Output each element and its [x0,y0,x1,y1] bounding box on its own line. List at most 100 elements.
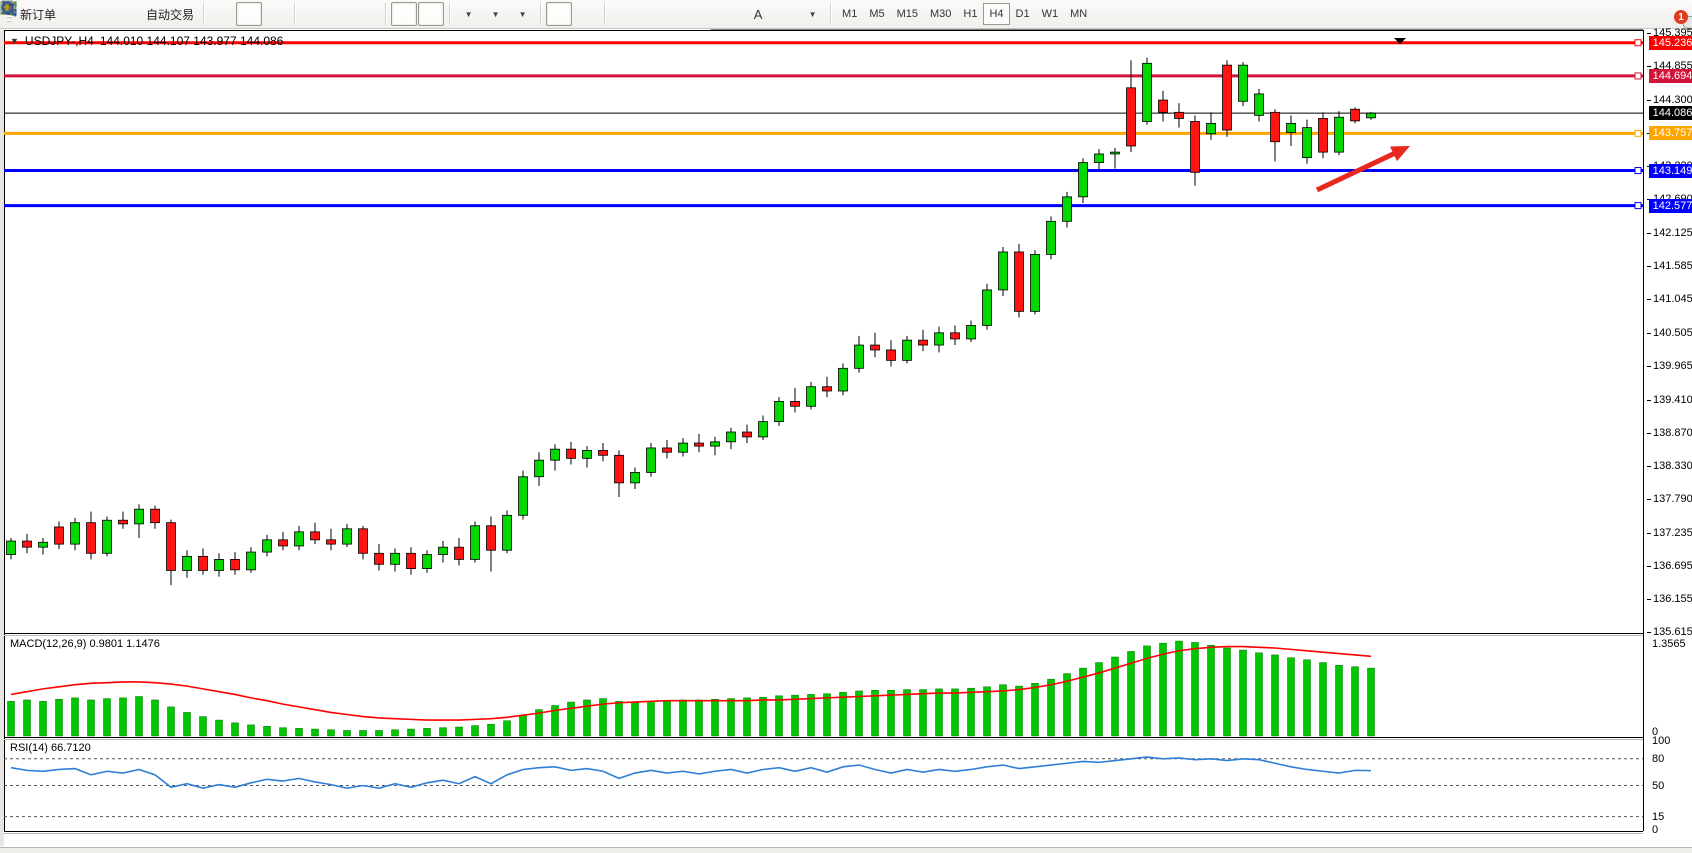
macd-histogram-bar [664,701,671,736]
macd-histogram-bar [568,702,575,736]
macd-histogram-bar [360,730,367,736]
price-tick-label: 138.330 [1653,460,1692,472]
candle-body [87,523,96,554]
macd-histogram-bar [392,730,399,736]
auto-scroll-button[interactable] [391,2,417,26]
timeframe-mn[interactable]: MN [1064,3,1093,25]
candle-body [1127,88,1136,146]
candle-body [1239,65,1248,101]
timeframe-h1[interactable]: H1 [957,3,983,25]
candle-body [151,509,160,522]
crosshair-button[interactable] [573,2,599,26]
macd-histogram-bar [520,715,527,736]
templates-button[interactable]: ▼ [509,2,535,26]
candle-body [439,547,448,554]
timeframe-h4[interactable]: H4 [983,3,1009,25]
zoom-out-button[interactable] [327,2,353,26]
price-tick-label: 139.410 [1653,394,1692,406]
hline-handle-143.149[interactable] [1635,168,1641,174]
tile-windows-button[interactable] [354,2,380,26]
candle-body [231,559,240,569]
chart-shift-button[interactable] [418,2,444,26]
trendline-button[interactable] [664,2,690,26]
candle-body [1367,113,1376,118]
highlighter-button[interactable] [61,2,87,26]
macd-histogram-bar [776,696,783,736]
candle-body [103,520,112,553]
timeframe-m5[interactable]: M5 [863,3,890,25]
price-badge-142.577: 142.577 [1649,199,1692,213]
autotrading-button[interactable]: 自动交易 [142,2,198,26]
rsi-scale-label-0: 0 [1652,824,1658,836]
macd-histogram-bar [1256,653,1263,736]
candle-body [199,556,208,570]
rsi-scale-label-15: 15 [1652,811,1664,823]
cursor-button[interactable] [546,2,572,26]
candle-body [279,540,288,546]
candle-body [1079,163,1088,197]
timeframe-m30[interactable]: M30 [924,3,957,25]
vertical-line-button[interactable] [610,2,636,26]
macd-histogram-bar [56,699,63,736]
broadcast-button[interactable] [115,2,141,26]
candle-body [1159,100,1168,112]
timeframe-w1[interactable]: W1 [1036,3,1065,25]
hline-handle-142.577[interactable] [1635,203,1641,209]
cloud-user-button[interactable] [88,2,114,26]
candle-body [1287,123,1296,132]
hline-handle-143.757[interactable] [1635,130,1641,136]
horizontal-line-button[interactable] [637,2,663,26]
price-tick-label: 140.505 [1653,327,1692,339]
macd-histogram-bar [1000,685,1007,736]
candle-body [903,340,912,360]
new-order-button[interactable]: 新订单 [16,2,60,26]
macd-histogram-bar [1016,686,1023,736]
macd-histogram-bar [168,707,175,736]
price-tick-label: 135.615 [1653,626,1692,638]
candle-body [1095,154,1104,163]
macd-histogram-bar [264,726,271,736]
candle-body [951,333,960,339]
candle-body [1111,152,1120,154]
candle-body [455,547,464,559]
hline-handle-145.236[interactable] [1635,40,1641,46]
macd-histogram-bar [280,728,287,736]
line-chart-button[interactable] [263,2,289,26]
text-label-button[interactable]: T [772,2,798,26]
macd-histogram-bar [1224,648,1231,736]
macd-histogram-bar [1304,660,1311,736]
macd-histogram-bar [1064,674,1071,736]
timeframe-m15[interactable]: M15 [891,3,924,25]
hline-handle-144.694[interactable] [1635,73,1641,79]
timeframe-m1[interactable]: M1 [836,3,863,25]
price-tick-dash [1647,433,1651,434]
price-tick-dash [1647,333,1651,334]
chevron-down-icon: ▼ [809,10,817,19]
fibonacci-button[interactable]: F [718,2,744,26]
chart-canvas[interactable] [4,30,1692,846]
timeframe-d1[interactable]: D1 [1010,3,1036,25]
macd-histogram-bar [104,699,111,736]
macd-histogram-bar [936,689,943,736]
bar-chart-button[interactable] [209,2,235,26]
rsi-indicator-label: RSI(14) 66.7120 [10,742,91,754]
arrows-button[interactable]: ▼ [799,2,825,26]
macd-histogram-bar [344,730,351,736]
macd-histogram-bar [1160,643,1167,736]
candle-body [423,555,432,569]
macd-histogram-bar [1192,642,1199,736]
macd-histogram-bar [760,697,767,736]
candle-body [983,290,992,326]
indicators-button[interactable]: ▼ [455,2,481,26]
search-icon[interactable] [0,0,18,18]
macd-histogram-bar [920,690,927,736]
zoom-in-button[interactable] [300,2,326,26]
text-button[interactable]: A [745,2,771,26]
macd-histogram-bar [40,701,47,736]
channel-button[interactable]: E [691,2,717,26]
ohlc-values: 144.010 144.107 143.977 144.086 [100,34,284,48]
candlestick-button[interactable] [236,2,262,26]
collapse-caret-icon[interactable]: ▼ [10,36,19,46]
candle-body [599,450,608,455]
periods-button[interactable]: ▼ [482,2,508,26]
